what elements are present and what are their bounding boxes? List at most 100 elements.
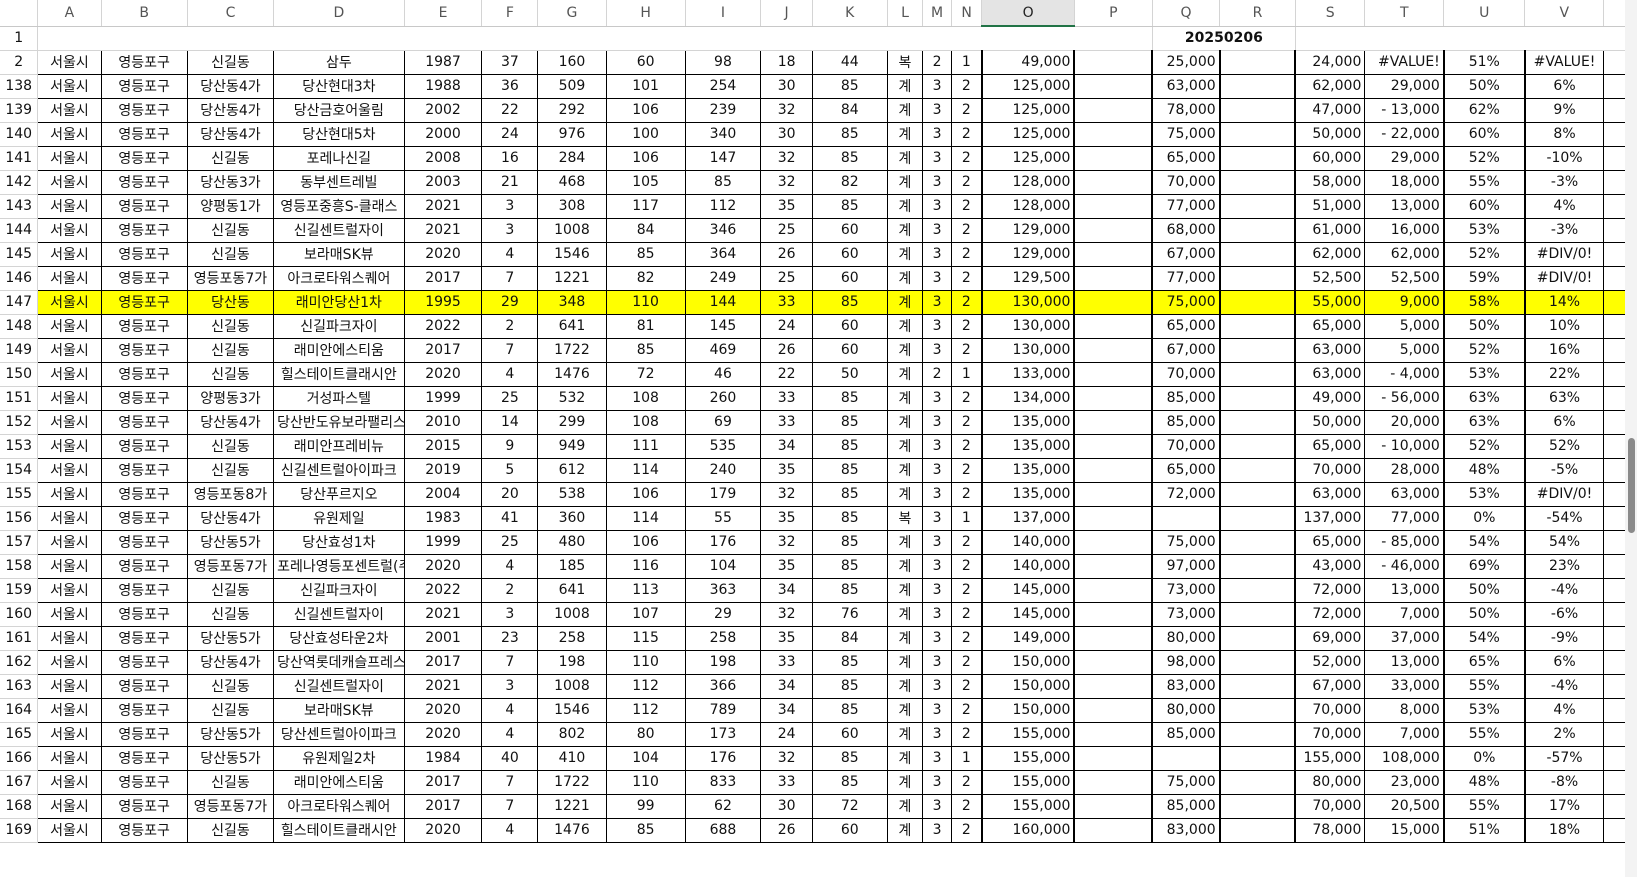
cell-q[interactable]: 80,000	[1151, 626, 1221, 651]
cell-n[interactable]: 2	[951, 650, 983, 675]
cell-p[interactable]	[1074, 386, 1153, 411]
cell-g[interactable]: 1476	[537, 818, 607, 843]
cell-b[interactable]: 영등포구	[101, 146, 188, 171]
row-header[interactable]: 144	[0, 218, 39, 243]
cell-d[interactable]: 래미안프레비뉴	[273, 434, 405, 459]
cell-s[interactable]: 62,000	[1294, 74, 1366, 99]
cell-m[interactable]: 3	[922, 818, 952, 843]
cell-k[interactable]: 85	[812, 386, 888, 411]
cell-b[interactable]: 영등포구	[101, 74, 188, 99]
cell-u[interactable]: 55%	[1442, 794, 1526, 819]
cell-u[interactable]: 53%	[1442, 362, 1526, 387]
cell-o[interactable]: 150,000	[980, 698, 1076, 723]
cell-p[interactable]	[1074, 98, 1153, 123]
cell-t[interactable]: 5,000	[1364, 338, 1445, 363]
cell-m[interactable]: 3	[922, 458, 952, 483]
cell-r[interactable]	[1219, 386, 1296, 411]
cell-q[interactable]: 63,000	[1151, 74, 1221, 99]
cell-b[interactable]: 영등포구	[101, 770, 188, 795]
cell-b[interactable]: 영등포구	[101, 578, 188, 603]
cell-h[interactable]: 101	[606, 74, 686, 99]
cell-l[interactable]: 계	[887, 266, 924, 291]
cell-q[interactable]: 25,000	[1151, 50, 1221, 75]
cell-b[interactable]: 영등포구	[101, 530, 188, 555]
cell-a[interactable]: 서울시	[37, 122, 102, 147]
cell-m[interactable]: 3	[922, 554, 952, 579]
cell-m[interactable]: 3	[922, 122, 952, 147]
cell-g[interactable]: 258	[537, 626, 607, 651]
cell-e[interactable]: 2021	[404, 218, 483, 243]
cell-f[interactable]: 25	[481, 530, 539, 555]
cell-l[interactable]: 계	[887, 698, 924, 723]
cell-f[interactable]: 37	[481, 50, 539, 75]
cell-p[interactable]	[1074, 242, 1153, 267]
cell-e[interactable]: 2017	[404, 794, 483, 819]
cell-b[interactable]: 영등포구	[101, 98, 188, 123]
cell-f[interactable]: 24	[481, 122, 539, 147]
cell-e[interactable]: 2000	[404, 122, 483, 147]
cell-j[interactable]: 32	[760, 530, 813, 555]
cell-h[interactable]: 106	[606, 98, 686, 123]
cell-d[interactable]: 신길센트럴자이	[273, 674, 405, 699]
cell-o[interactable]: 129,500	[980, 266, 1076, 291]
cell-a[interactable]: 서울시	[37, 482, 102, 507]
cell-h[interactable]: 116	[606, 554, 686, 579]
cell-g[interactable]: 292	[537, 98, 607, 123]
cell-n[interactable]: 2	[951, 434, 983, 459]
cell-q[interactable]: 67,000	[1151, 242, 1221, 267]
cell-g[interactable]: 641	[537, 314, 607, 339]
cell-k[interactable]: 60	[812, 314, 888, 339]
cell-a[interactable]: 서울시	[37, 146, 102, 171]
cell-a[interactable]: 서울시	[37, 194, 102, 219]
select-all-corner[interactable]	[0, 0, 39, 27]
cell-i[interactable]: 29	[685, 602, 762, 627]
cell-k[interactable]: 85	[812, 290, 888, 315]
cell-q[interactable]: 70,000	[1151, 170, 1221, 195]
cell-e[interactable]: 2020	[404, 362, 483, 387]
cell-p[interactable]	[1074, 626, 1153, 651]
cell-h[interactable]: 115	[606, 626, 686, 651]
cell-l[interactable]: 복	[887, 50, 924, 75]
cell-s[interactable]: 61,000	[1294, 218, 1366, 243]
cell-f[interactable]: 2	[481, 578, 539, 603]
row-header[interactable]: 151	[0, 386, 39, 411]
row-header[interactable]: 168	[0, 794, 39, 819]
cell-t[interactable]: 7,000	[1364, 602, 1445, 627]
cell-i[interactable]: 240	[685, 458, 762, 483]
cell-j[interactable]: 32	[760, 170, 813, 195]
cell-v[interactable]: -6%	[1524, 602, 1605, 627]
cell-m[interactable]: 3	[922, 698, 952, 723]
cell-d[interactable]: 래미안에스티움	[273, 338, 405, 363]
cell-m[interactable]: 3	[922, 530, 952, 555]
cell-l[interactable]: 계	[887, 650, 924, 675]
cell-f[interactable]: 4	[481, 362, 539, 387]
cell-s[interactable]: 65,000	[1294, 314, 1366, 339]
cell-c[interactable]: 영등포동7가	[187, 266, 275, 291]
cell-u[interactable]: 52%	[1442, 434, 1526, 459]
cell-b[interactable]: 영등포구	[101, 434, 188, 459]
cell-u[interactable]: 52%	[1442, 242, 1526, 267]
cell-g[interactable]: 1008	[537, 602, 607, 627]
cell-k[interactable]: 72	[812, 794, 888, 819]
cell-j[interactable]: 32	[760, 746, 813, 771]
cell-o[interactable]: 155,000	[980, 770, 1076, 795]
cell-c[interactable]: 당산동	[187, 290, 275, 315]
cell-o[interactable]: 128,000	[980, 170, 1076, 195]
cell-d[interactable]: 당산현대3차	[273, 74, 405, 99]
column-header-f[interactable]: F	[481, 0, 539, 27]
cell-e[interactable]: 2002	[404, 98, 483, 123]
cell-p[interactable]	[1074, 602, 1153, 627]
cell-r[interactable]	[1219, 338, 1296, 363]
cell-c[interactable]: 당산동4가	[187, 410, 275, 435]
cell-p[interactable]	[1074, 338, 1153, 363]
cell-l[interactable]: 계	[887, 434, 924, 459]
cell-v[interactable]: -4%	[1524, 578, 1605, 603]
cell-n[interactable]: 2	[951, 314, 983, 339]
cell-d[interactable]: 유원제일2차	[273, 746, 405, 771]
cell-c[interactable]: 당산동4가	[187, 506, 275, 531]
column-header-i[interactable]: I	[685, 0, 762, 27]
cell-o[interactable]: 145,000	[980, 602, 1076, 627]
cell-j[interactable]: 34	[760, 434, 813, 459]
cell-t[interactable]: 15,000	[1364, 818, 1445, 843]
cell-k[interactable]: 84	[812, 626, 888, 651]
